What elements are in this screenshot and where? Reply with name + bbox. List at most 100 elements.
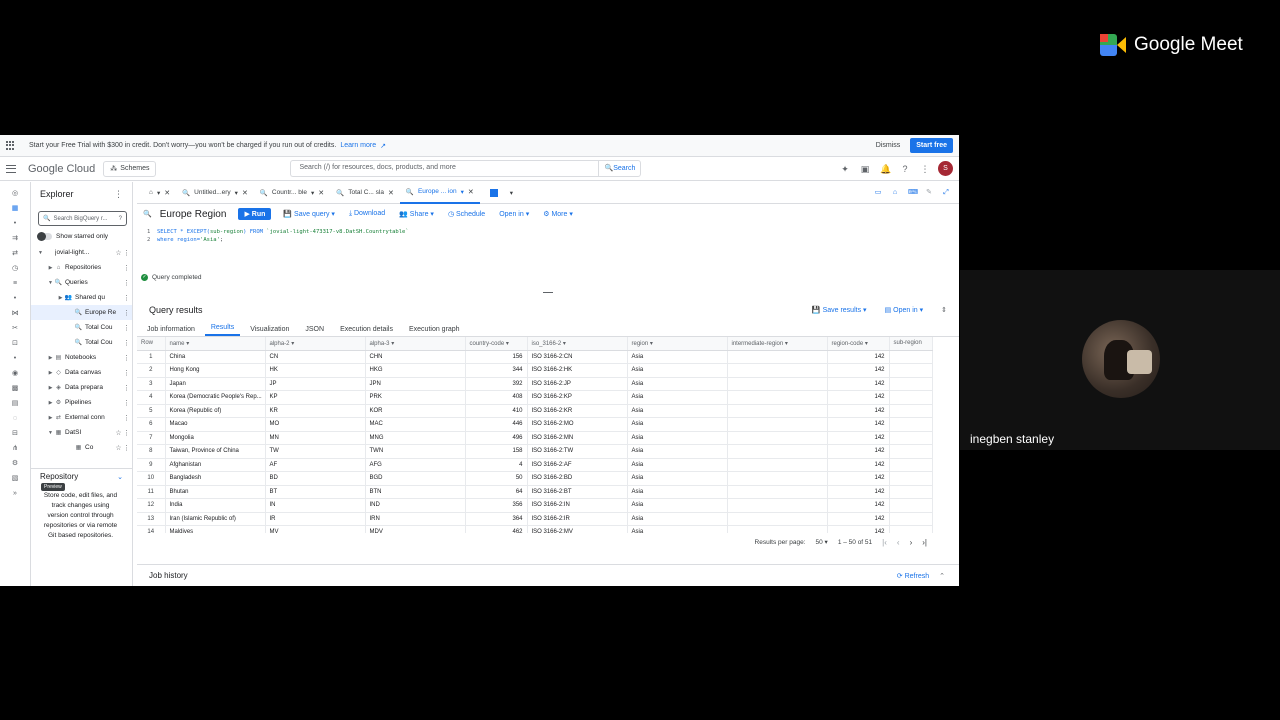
project-picker[interactable]: ⁂ Schemes	[103, 160, 157, 177]
column-header[interactable]: sub-region	[889, 337, 933, 351]
dot-icon[interactable]: •	[11, 220, 19, 228]
user-avatar[interactable]: S	[938, 161, 953, 176]
chevron-down-icon[interactable]: ▾	[186, 341, 189, 347]
table-nav-icon[interactable]: ▤	[11, 400, 19, 408]
close-icon[interactable]: ✕	[388, 189, 394, 197]
table-row[interactable]: 6 Macao MO MAC 446 ISO 3166-2:MO Asia 142	[137, 417, 933, 432]
tree-item[interactable]: ▼ ▦ DatSI ☆ ⋮	[31, 425, 132, 440]
schedule-button[interactable]: ◷ Schedule	[448, 210, 485, 218]
table-row[interactable]: 13 Iran (Islamic Republic of) IR IRN 364 ISO …	[137, 512, 933, 526]
column-header[interactable]: Row	[137, 337, 166, 351]
results-tab[interactable]: Execution details	[334, 326, 399, 336]
tree-item[interactable]: 🔍 Europe Re ⋮	[31, 305, 132, 320]
tree-caret-icon[interactable]: ▼	[37, 250, 44, 256]
transfer-icon[interactable]: ⇄	[11, 250, 19, 258]
column-header[interactable]: name ▾	[165, 337, 266, 351]
more-vert-icon[interactable]: ⋮	[123, 309, 130, 317]
chevron-down-icon[interactable]: ⌄	[117, 473, 123, 481]
participant-tile[interactable]: inegben stanley	[960, 270, 1280, 450]
studio-icon[interactable]: ▦	[11, 205, 19, 213]
table-row[interactable]: 12 India IN IND 356 ISO 3166-2:IN Asia 142	[137, 498, 933, 513]
tree-item[interactable]: 🔍 Total Cou ⋮	[31, 320, 132, 335]
table-row[interactable]: 11 Bhutan BT BTN 64 ISO 3166-2:BT Asia 142	[137, 485, 933, 499]
tree-item[interactable]: ▶ ⚙ Pipelines ⋮	[31, 395, 132, 410]
chevron-down-icon[interactable]: ▾	[235, 189, 238, 197]
home-small-icon[interactable]: ⌂	[891, 189, 899, 197]
tree-item[interactable]: ▶ ◇ Data canvas ⋮	[31, 365, 132, 380]
more-vert-icon[interactable]: ⋮	[123, 249, 130, 257]
table-row[interactable]: 3 Japan JP JPN 392 ISO 3166-2:JP Asia 142	[137, 377, 933, 391]
tree-caret-icon[interactable]: ▶	[47, 415, 54, 421]
more-vert-icon[interactable]: ⋮	[123, 429, 130, 437]
more-vert-icon[interactable]: ⋮	[123, 339, 130, 347]
table-row[interactable]: 7 Mongolia MN MNG 496 ISO 3166-2:MN Asia 142	[137, 431, 933, 445]
next-page-icon[interactable]: ›	[910, 538, 913, 547]
lock-nav-icon[interactable]: ⊟	[11, 430, 19, 438]
chevron-down-icon[interactable]: ▾	[291, 341, 294, 347]
tabs-menu-icon[interactable]: ▾	[510, 189, 513, 197]
results-table-wrapper[interactable]: Row name ▾ alpha-2 ▾ alpha-3 ▾ country-code …	[137, 337, 959, 533]
tree-item[interactable]: ▶ ⇄ External conn ⋮	[31, 410, 132, 425]
dot-icon-3[interactable]: •	[11, 355, 19, 363]
table-row[interactable]: 5 Korea (Republic of) KR KOR 410 ISO 3166-2:K…	[137, 404, 933, 418]
tree-caret-icon[interactable]: ▶	[47, 265, 54, 271]
close-icon[interactable]: ✕	[242, 189, 248, 197]
compass-icon[interactable]: ◉	[11, 370, 19, 378]
cloud-shell-icon[interactable]: ▣	[860, 164, 870, 174]
more-vert-icon[interactable]: ⋮	[123, 414, 130, 422]
more-vert-icon[interactable]: ⋮	[123, 294, 130, 302]
new-tab-icon[interactable]	[489, 188, 498, 197]
table-row[interactable]: 10 Bangladesh BD BGD 50 ISO 3166-2:BD Asia 142	[137, 471, 933, 486]
open-in-button[interactable]: Open in ▾	[499, 210, 529, 218]
tree-item[interactable]: ▼ 🔍 Queries ⋮	[31, 275, 132, 290]
query-title[interactable]: Europe Region	[160, 209, 227, 220]
results-tab[interactable]: JSON	[299, 326, 330, 336]
tree-caret-icon[interactable]: ▶	[47, 385, 54, 391]
tree-caret-icon[interactable]: ▶	[47, 355, 54, 361]
release-notes-icon[interactable]: ▧	[11, 475, 19, 483]
close-icon[interactable]: ✕	[164, 189, 170, 197]
settings-nav-icon[interactable]: ⚙	[11, 460, 19, 468]
console-search-input[interactable]: Search (/) for resources, docs, products…	[290, 160, 599, 177]
repository-header[interactable]: Repository ⌄	[31, 469, 132, 481]
chevron-down-icon[interactable]: ▾	[311, 189, 314, 197]
more-vert-icon[interactable]: ⋮	[123, 264, 130, 272]
start-free-button[interactable]: Start free	[910, 138, 953, 153]
chevron-up-icon[interactable]: ⌃	[939, 572, 945, 580]
layout-icon[interactable]: ▭	[874, 189, 882, 197]
menu-icon[interactable]	[6, 164, 16, 173]
more-button[interactable]: ⚙ More ▾	[543, 210, 573, 218]
sql-editor[interactable]: 1 SELECT * EXCEPT(sub-region) FROM `jovia…	[137, 224, 959, 266]
keyboard-icon[interactable]: ⌨	[908, 189, 918, 197]
scissors-icon[interactable]: ✂	[11, 325, 19, 333]
star-icon[interactable]: ☆	[114, 429, 123, 437]
gemini-icon[interactable]: ✦	[840, 164, 850, 174]
box-nav-icon[interactable]: ⊡	[11, 340, 19, 348]
results-tab[interactable]: Execution graph	[403, 326, 466, 336]
column-header[interactable]: alpha-3 ▾	[365, 337, 466, 351]
download-button[interactable]: ⤓ Download	[349, 210, 385, 218]
column-header[interactable]: alpha-2 ▾	[265, 337, 366, 351]
share-nav-icon[interactable]: ⋈	[11, 310, 19, 318]
tree-caret-icon[interactable]: ▶	[47, 400, 54, 406]
prev-page-icon[interactable]: ‹	[897, 538, 900, 547]
tree-caret-icon[interactable]: ▶	[57, 295, 64, 301]
chevron-down-icon[interactable]: ▾	[563, 341, 566, 347]
star-icon[interactable]: ☆	[114, 444, 123, 452]
column-header[interactable]: intermediate-region ▾	[727, 337, 828, 351]
tree-item[interactable]: ▶ ⌂ Repositories ⋮	[31, 260, 132, 275]
expand-results-icon[interactable]: ⇕	[941, 306, 947, 314]
editor-tab[interactable]: 🔍 Countr... ble ▾ ✕	[254, 182, 330, 204]
star-icon[interactable]: ☆	[114, 249, 123, 257]
notifications-icon[interactable]: 🔔	[880, 164, 891, 174]
run-button[interactable]: ▶ Run	[238, 208, 272, 220]
editor-tab[interactable]: 🔍 Total C... sla ✕	[330, 182, 400, 204]
results-per-page-select[interactable]: 50 ▾	[816, 538, 828, 546]
tree-nav-icon[interactable]: ⋔	[11, 445, 19, 453]
save-query-button[interactable]: 💾 Save query ▾	[283, 210, 335, 218]
more-vert-icon[interactable]: ⋮	[123, 354, 130, 362]
more-vert-icon[interactable]: ⋮	[123, 279, 130, 287]
tree-item[interactable]: ▶ 👥 Shared qu ⋮	[31, 290, 132, 305]
column-header[interactable]: country-code ▾	[465, 337, 528, 351]
pencil-icon[interactable]: ✎	[925, 189, 933, 197]
